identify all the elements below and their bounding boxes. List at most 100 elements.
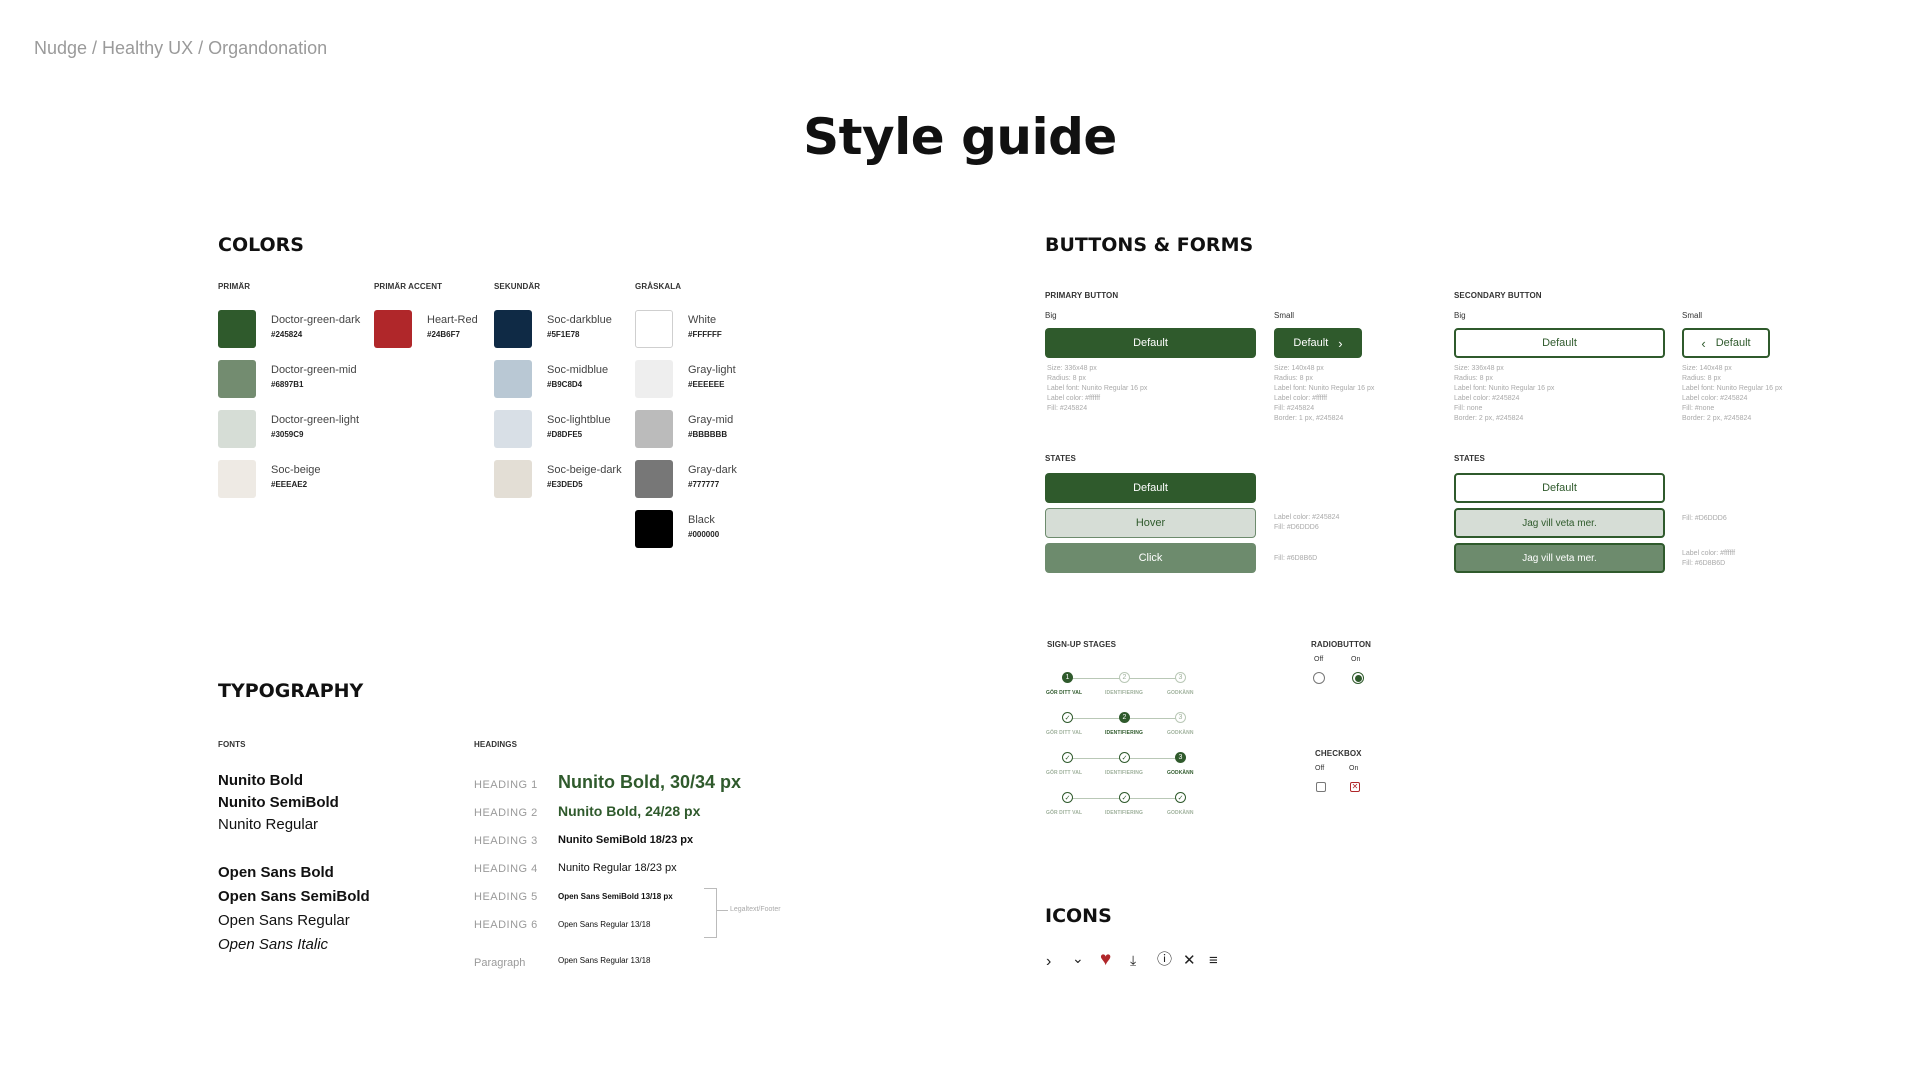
swatch-name: Soc-beige: [271, 464, 321, 476]
state-note: Label color: #245824 Fill: #D6DDD6: [1274, 514, 1340, 531]
info-icon: ⓘ: [1157, 951, 1173, 968]
stage-label: GODKÄNN: [1167, 730, 1194, 736]
heading-sample: Open Sans SemiBold 13/18 px: [558, 892, 673, 901]
heading-level-label: HEADING 4: [474, 863, 538, 875]
color-swatch-item: Heart-Red #24B6F7: [374, 310, 478, 348]
heading-level-label: HEADING 1: [474, 779, 538, 791]
primary-small-button[interactable]: Default ›: [1274, 328, 1362, 358]
swatch-name: Soc-midblue: [547, 364, 609, 376]
checkbox-on-label: On: [1349, 765, 1359, 772]
swatch-hex: #EEEEEE: [688, 380, 725, 389]
stage-label: GODKÄNN: [1167, 810, 1194, 816]
states-label: STATES: [1454, 454, 1485, 463]
swatch-hex: #3059C9: [271, 430, 304, 439]
color-swatch: [494, 460, 532, 498]
stage-step-2-active: 2: [1119, 712, 1130, 723]
heading-sample: Open Sans Regular 13/18: [558, 920, 651, 929]
secondary-click-state-button[interactable]: Jag vill veta mer.: [1454, 543, 1665, 573]
color-swatch-item: Soc-lightblue #D8DFE5: [494, 410, 611, 448]
color-swatch: [494, 410, 532, 448]
legal-bracket: [704, 888, 717, 938]
primary-button-label: PRIMARY BUTTON: [1045, 291, 1119, 300]
swatch-name: Heart-Red: [427, 314, 478, 326]
color-group-label: PRIMÄR: [218, 282, 251, 291]
swatch-hex: #BBBBBB: [688, 430, 728, 439]
check-icon: ✓: [1062, 792, 1073, 803]
color-group-label: PRIMÄR ACCENT: [374, 282, 443, 291]
swatch-hex: #24B6F7: [427, 330, 460, 339]
big-label: Big: [1454, 311, 1466, 320]
swatch-hex: #777777: [688, 480, 720, 489]
stage-label: IDENTIFIERING: [1105, 690, 1143, 696]
stage-label: GODKÄNN: [1167, 690, 1194, 696]
swatch-name: Gray-mid: [688, 414, 734, 426]
heading-sample: Nunito Bold, 30/34 px: [558, 772, 742, 792]
checkbox-label: CHECKBOX: [1315, 749, 1362, 758]
radiobutton-label: RADIOBUTTON: [1311, 640, 1372, 649]
checkbox-off-label: Off: [1315, 765, 1325, 772]
check-icon: ✓: [1119, 792, 1130, 803]
primary-click-state-button[interactable]: Click: [1045, 543, 1256, 573]
font-sample: Nunito SemiBold: [218, 794, 339, 811]
heart-icon: ♥: [1100, 949, 1112, 970]
primary-default-state-button[interactable]: Default: [1045, 473, 1256, 503]
primary-big-button[interactable]: Default: [1045, 328, 1256, 358]
color-swatch-item: Soc-midblue #B9C8D4: [494, 360, 608, 398]
button-label: Jag vill veta mer.: [1522, 517, 1597, 529]
secondary-hover-state-button[interactable]: Jag vill veta mer.: [1454, 508, 1665, 538]
signup-stages-label: SIGN-UP STAGES: [1047, 640, 1117, 649]
state-note: Fill: #6D8B6D: [1274, 555, 1318, 562]
button-label: Default: [1133, 337, 1168, 349]
button-spec: Size: 140x48 px Radius: 8 px Label font: N…: [1682, 365, 1783, 422]
radio-off[interactable]: [1313, 672, 1325, 684]
radio-on[interactable]: [1352, 672, 1364, 684]
swatch-hex: #6897B1: [271, 380, 304, 389]
checkbox-on[interactable]: ✕: [1350, 782, 1360, 792]
radio-dot: [1354, 674, 1362, 682]
headings-label: HEADINGS: [474, 740, 518, 749]
heading-sample: Nunito Bold, 24/28 px: [558, 803, 701, 819]
color-swatch-item: Doctor-green-dark #245824: [218, 310, 360, 348]
breadcrumb: Nudge / Healthy UX / Organdonation: [34, 38, 328, 58]
swatch-hex: #245824: [271, 330, 303, 339]
color-swatch: [218, 460, 256, 498]
heading-level-label: HEADING 6: [474, 919, 538, 931]
check-icon: ✓: [1175, 792, 1186, 803]
button-spec: Size: 336x48 px Radius: 8 px Label font: N…: [1454, 365, 1555, 422]
stage-step-3: 3: [1175, 672, 1186, 683]
color-swatch: [635, 410, 673, 448]
secondary-small-button[interactable]: ‹ Default: [1682, 328, 1770, 358]
color-swatch: [218, 310, 256, 348]
color-swatch: [635, 510, 673, 548]
swatch-hex: #B9C8D4: [547, 380, 583, 389]
heading-level-label: HEADING 3: [474, 835, 538, 847]
primary-hover-state-button[interactable]: Hover: [1045, 508, 1256, 538]
typography-heading: TYPOGRAPHY: [218, 680, 364, 702]
color-swatch-item: Doctor-green-light #3059C9: [218, 410, 359, 448]
checkbox-off[interactable]: [1316, 782, 1326, 792]
font-sample: Nunito Bold: [218, 772, 303, 789]
secondary-big-button[interactable]: Default: [1454, 328, 1665, 358]
big-label: Big: [1045, 311, 1057, 320]
swatch-name: Doctor-green-mid: [271, 364, 357, 376]
font-sample: Nunito Regular: [218, 816, 319, 833]
stage-label: GODKÄNN: [1167, 770, 1194, 776]
font-sample: Open Sans Italic: [218, 936, 329, 953]
secondary-default-state-button[interactable]: Default: [1454, 473, 1665, 503]
swatch-name: Gray-dark: [688, 464, 737, 476]
button-spec: Size: 336x48 px Radius: 8 px Label font: N…: [1047, 365, 1148, 412]
color-swatch: [494, 310, 532, 348]
stage-label: GÖR DITT VAL: [1046, 690, 1083, 696]
button-label: Hover: [1135, 517, 1166, 529]
swatch-name: Gray-light: [688, 364, 736, 376]
button-label: Click: [1138, 552, 1163, 564]
color-swatch-item: Gray-dark #777777: [635, 460, 737, 498]
color-swatch: [635, 310, 673, 348]
color-swatch-item: Doctor-green-mid #6897B1: [218, 360, 357, 398]
chevron-left-icon: ‹: [1701, 335, 1706, 351]
color-swatch-item: Soc-beige-dark #E3DED5: [494, 460, 622, 498]
color-swatch: [218, 360, 256, 398]
check-icon: ✓: [1119, 752, 1130, 763]
font-sample: Open Sans Bold: [218, 864, 334, 881]
paragraph-sample: Open Sans Regular 13/18: [558, 956, 651, 965]
